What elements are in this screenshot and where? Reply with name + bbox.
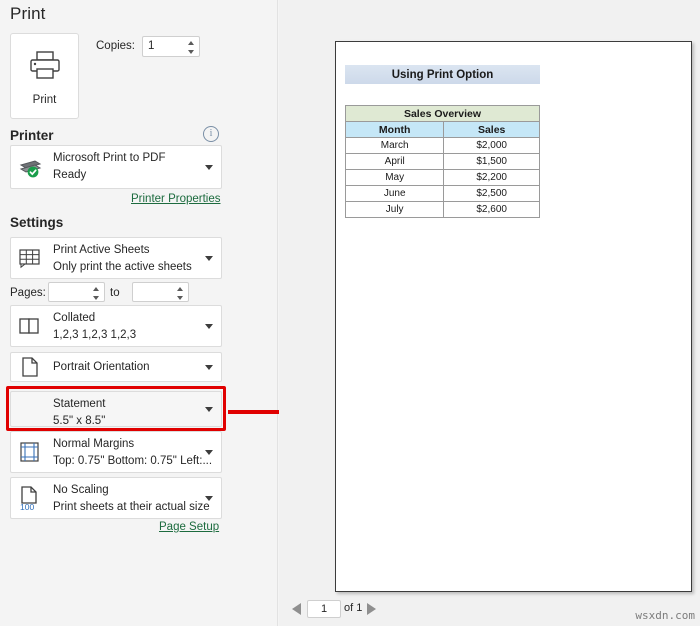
watermark: wsxdn.com xyxy=(635,609,695,622)
pages-to-label: to xyxy=(110,287,120,299)
pages-from-stepper[interactable] xyxy=(90,284,102,302)
stepper-down-icon[interactable] xyxy=(93,295,99,300)
table-row: April $1,500 xyxy=(344,153,540,170)
triangle-left-icon[interactable] xyxy=(292,603,301,615)
stepper-down-icon[interactable] xyxy=(188,49,194,54)
setting-row-collation[interactable]: Collated 1,2,3 1,2,3 1,2,3 xyxy=(10,305,222,347)
chevron-down-icon[interactable] xyxy=(205,365,213,370)
printer-icon xyxy=(28,50,62,85)
page-number-input[interactable]: 1 xyxy=(307,600,341,618)
copies-label: Copies: xyxy=(96,40,135,52)
setting-subtitle: Print sheets at their actual size xyxy=(53,501,210,513)
settings-section-heading: Settings xyxy=(10,215,64,230)
sales-overview-table: Sales Overview Month Sales March $2,000 … xyxy=(344,105,540,218)
setting-subtitle: 1,2,3 1,2,3 1,2,3 xyxy=(53,329,137,341)
setting-title: Statement xyxy=(53,398,106,410)
setting-title: Collated xyxy=(53,312,96,324)
setting-row-scaling[interactable]: 100 No Scaling Print sheets at their act… xyxy=(10,477,222,519)
svg-text:100: 100 xyxy=(20,502,34,511)
printer-section-heading: Printer xyxy=(10,128,54,143)
setting-title: Normal Margins xyxy=(53,438,135,450)
chevron-down-icon[interactable] xyxy=(205,450,213,455)
chevron-down-icon[interactable] xyxy=(205,324,213,329)
setting-row-paper-size[interactable]: Statement 5.5" x 8.5" xyxy=(10,391,222,427)
setting-row-orientation[interactable]: Portrait Orientation xyxy=(10,352,222,382)
stepper-up-icon[interactable] xyxy=(188,40,194,45)
sheet-title-banner: Using Print Option xyxy=(345,65,540,84)
printer-name: Microsoft Print to PDF xyxy=(53,152,166,164)
page-title: Print xyxy=(10,4,46,23)
pages-to-stepper[interactable] xyxy=(174,284,186,302)
table-caption: Sales Overview xyxy=(345,105,540,122)
chevron-down-icon[interactable] xyxy=(205,256,213,261)
print-settings-pane: Print Print Copies: 1 Printer i Microsof… xyxy=(0,0,327,626)
cell-sales: $2,200 xyxy=(443,169,540,186)
stepper-up-icon[interactable] xyxy=(177,286,183,291)
cell-month: June xyxy=(344,185,445,202)
table-row: May $2,200 xyxy=(344,169,540,186)
stepper-up-icon[interactable] xyxy=(93,286,99,291)
cell-sales: $2,000 xyxy=(443,137,540,154)
margins-icon xyxy=(17,439,43,465)
column-header-sales: Sales xyxy=(443,121,540,138)
portrait-page-icon xyxy=(17,354,43,380)
setting-row-margins[interactable]: Normal Margins Top: 0.75" Bottom: 0.75" … xyxy=(10,431,222,473)
setting-row-print-area[interactable]: Print Active Sheets Only print the activ… xyxy=(10,237,222,279)
print-button-label: Print xyxy=(32,93,57,106)
page-count-label: of 1 xyxy=(344,602,363,614)
page-setup-link[interactable]: Page Setup xyxy=(159,521,219,533)
pages-from-input[interactable] xyxy=(48,282,105,302)
collate-icon xyxy=(17,313,43,339)
copies-stepper[interactable] xyxy=(185,38,197,56)
chevron-down-icon[interactable] xyxy=(205,407,213,412)
cell-month: March xyxy=(344,137,445,154)
chevron-down-icon[interactable] xyxy=(205,496,213,501)
table-row: March $2,000 xyxy=(344,137,540,154)
print-button[interactable]: Print xyxy=(10,33,79,119)
setting-subtitle: Top: 0.75" Bottom: 0.75" Left:... xyxy=(53,455,213,467)
table-row: June $2,500 xyxy=(344,185,540,202)
table-row: July $2,600 xyxy=(344,201,540,218)
table-header-row: Month Sales xyxy=(344,121,540,138)
cell-month: July xyxy=(344,201,445,218)
copies-value: 1 xyxy=(148,40,155,52)
setting-title: Portrait Orientation xyxy=(53,361,150,373)
column-header-month: Month xyxy=(344,121,445,138)
cell-sales: $2,500 xyxy=(443,185,540,202)
print-preview-pane: Using Print Option Sales Overview Month … xyxy=(279,0,700,626)
copies-input[interactable]: 1 xyxy=(142,36,200,57)
scaling-100-icon: 100 xyxy=(17,485,43,511)
pages-to-input[interactable] xyxy=(132,282,189,302)
cell-month: May xyxy=(344,169,445,186)
cell-month: April xyxy=(344,153,445,170)
info-icon[interactable]: i xyxy=(203,126,219,142)
table-caption-row: Sales Overview xyxy=(345,105,540,122)
setting-subtitle: 5.5" x 8.5" xyxy=(53,415,106,427)
printer-ready-icon xyxy=(17,154,43,180)
cell-sales: $2,600 xyxy=(443,201,540,218)
printer-properties-link[interactable]: Printer Properties xyxy=(131,193,220,205)
triangle-right-icon[interactable] xyxy=(367,603,376,615)
sheet-grid-icon xyxy=(17,245,43,271)
pages-label: Pages: xyxy=(10,287,46,299)
setting-title: Print Active Sheets xyxy=(53,244,150,256)
setting-title: No Scaling xyxy=(53,484,109,496)
printer-status: Ready xyxy=(53,169,87,181)
printer-select[interactable]: Microsoft Print to PDF Ready xyxy=(10,145,222,189)
stepper-down-icon[interactable] xyxy=(177,295,183,300)
chevron-down-icon[interactable] xyxy=(205,165,213,170)
cell-sales: $1,500 xyxy=(443,153,540,170)
setting-subtitle: Only print the active sheets xyxy=(53,261,192,273)
